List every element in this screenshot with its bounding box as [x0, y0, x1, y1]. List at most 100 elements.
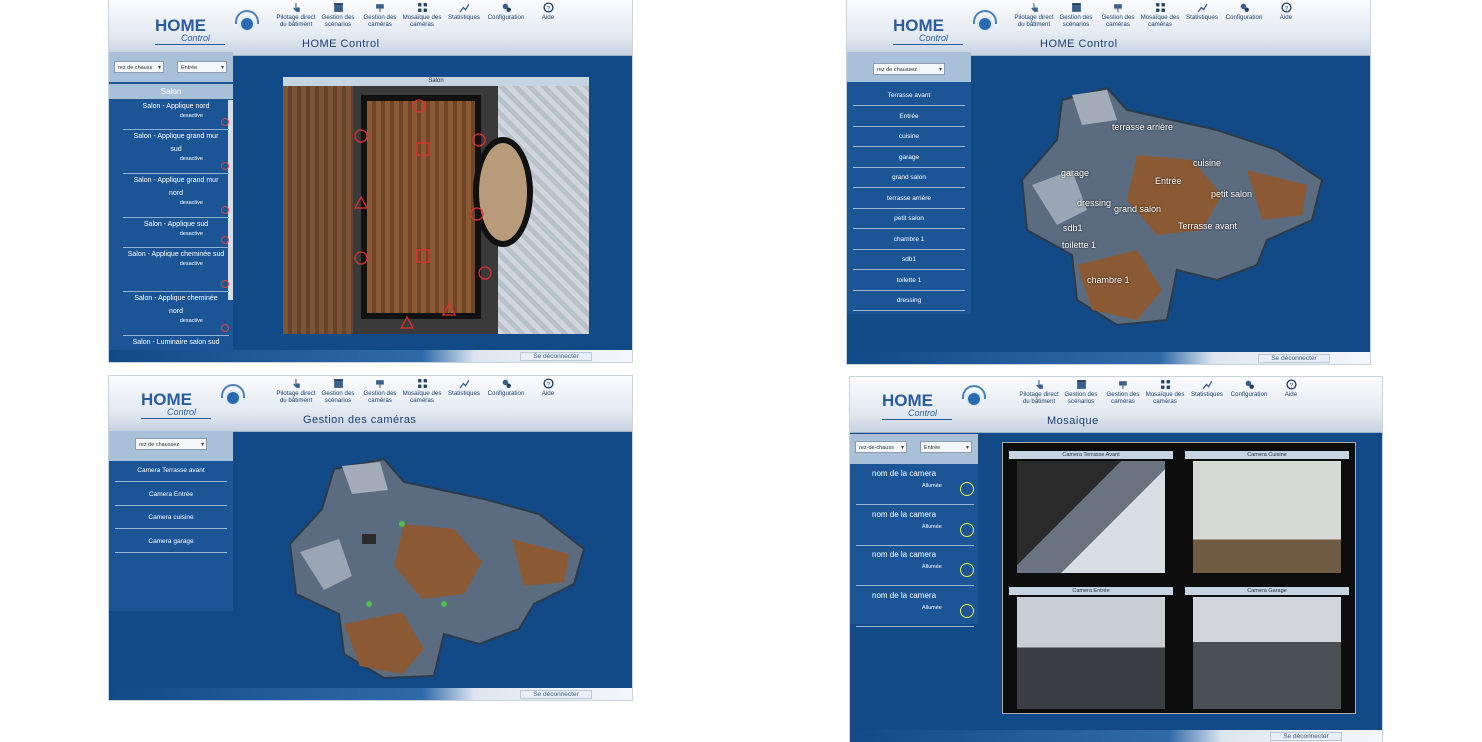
- room-map-label[interactable]: Terrasse avant: [1178, 221, 1237, 231]
- logout-button[interactable]: Se déconnecter: [1270, 732, 1342, 741]
- camera-list-item[interactable]: Camera Terrasse avant: [115, 460, 227, 482]
- device-toggle-icon[interactable]: [221, 206, 229, 214]
- light-marker-icon[interactable]: [412, 99, 426, 113]
- nav-scenarios[interactable]: Gestion des scénarios: [317, 2, 359, 28]
- nav-statistiques[interactable]: Statistiques: [443, 2, 485, 28]
- room-map-label[interactable]: toilette 1: [1062, 240, 1096, 250]
- logo[interactable]: HOME Control: [882, 385, 986, 423]
- nav-configuration[interactable]: Configuration: [1223, 2, 1265, 28]
- nav-aide[interactable]: ? Aide: [527, 2, 569, 28]
- room-map-label[interactable]: sdb1: [1063, 223, 1083, 233]
- nav-pilotage[interactable]: Pilotage direct du bâtiment: [1013, 2, 1055, 28]
- nav-mosaique[interactable]: Mosaïque des caméras: [1139, 2, 1181, 28]
- light-marker-icon[interactable]: [354, 251, 368, 265]
- camera-status-item[interactable]: nom de la camera Allumée: [856, 467, 974, 505]
- room-select[interactable]: Entrée: [177, 61, 227, 74]
- nav-pilotage[interactable]: Pilotage direct du bâtiment: [275, 378, 317, 404]
- nav-cameras[interactable]: Gestion des caméras: [359, 2, 401, 28]
- camera-feed-image[interactable]: [1017, 461, 1165, 573]
- nav-statistiques[interactable]: Statistiques: [443, 378, 485, 404]
- light-marker-icon[interactable]: [353, 195, 369, 209]
- nav-configuration[interactable]: Configuration: [485, 378, 527, 404]
- camera-list-item[interactable]: Camera Entrée: [115, 484, 227, 506]
- camera-status-item[interactable]: nom de la camera Allumée: [856, 548, 974, 586]
- device-toggle-icon[interactable]: [221, 162, 229, 170]
- camera-power-icon[interactable]: [960, 482, 974, 496]
- room-map-label[interactable]: dressing: [1077, 198, 1111, 208]
- device-toggle-icon[interactable]: [221, 280, 229, 288]
- light-marker-icon[interactable]: [399, 315, 415, 329]
- light-marker-icon[interactable]: [416, 249, 430, 263]
- logo[interactable]: HOME Control: [141, 384, 245, 422]
- room-list-item[interactable]: sdb1: [853, 250, 965, 270]
- floor-select[interactable]: rez de chauss: [114, 61, 164, 74]
- room-list-item[interactable]: garage: [853, 148, 965, 168]
- nav-configuration[interactable]: Configuration: [485, 2, 527, 28]
- room-list-item[interactable]: chambre 1: [853, 230, 965, 250]
- camera-power-icon[interactable]: [960, 563, 974, 577]
- nav-cameras[interactable]: Gestion des caméras: [1102, 379, 1144, 405]
- logout-button[interactable]: Se déconnecter: [520, 690, 592, 699]
- room-map-label[interactable]: cuisine: [1193, 158, 1221, 168]
- room-list-item[interactable]: toilette 1: [853, 271, 965, 291]
- light-marker-icon[interactable]: [416, 142, 430, 156]
- room-map-label[interactable]: garage: [1061, 168, 1089, 178]
- logout-button[interactable]: Se déconnecter: [1258, 354, 1330, 363]
- device-list-item[interactable]: Salon - Applique grand mur sud desactive: [123, 130, 229, 174]
- nav-pilotage[interactable]: Pilotage direct du bâtiment: [1018, 379, 1060, 405]
- device-toggle-icon[interactable]: [221, 118, 229, 126]
- floor-select[interactable]: rez-de-chauss: [855, 441, 907, 454]
- nav-scenarios[interactable]: Gestion des scénarios: [317, 378, 359, 404]
- nav-mosaique[interactable]: Mosaïque des caméras: [1144, 379, 1186, 405]
- room-list-item[interactable]: Entrée: [853, 107, 965, 127]
- floor-select[interactable]: rez de chaussez: [873, 63, 945, 76]
- nav-aide[interactable]: ? Aide: [1270, 379, 1312, 405]
- camera-list-item[interactable]: Camera garage: [115, 531, 227, 553]
- room-map-label[interactable]: petit salon: [1211, 189, 1252, 199]
- nav-cameras[interactable]: Gestion des caméras: [359, 378, 401, 404]
- device-list-item[interactable]: Salon - Applique sud desactive: [123, 218, 229, 248]
- room-select[interactable]: Entrée: [920, 441, 972, 454]
- room-map-label[interactable]: terrasse arrière: [1112, 122, 1173, 132]
- room-map-label[interactable]: grand salon: [1114, 204, 1161, 214]
- light-marker-icon[interactable]: [354, 129, 368, 143]
- room-list-item[interactable]: cuisine: [853, 127, 965, 147]
- camera-status-item[interactable]: nom de la camera Allumée: [856, 589, 974, 627]
- nav-scenarios[interactable]: Gestion des scénarios: [1055, 2, 1097, 28]
- camera-power-icon[interactable]: [960, 603, 974, 618]
- device-toggle-icon[interactable]: [221, 324, 229, 332]
- nav-aide[interactable]: ? Aide: [527, 378, 569, 404]
- device-list-item[interactable]: Salon - Applique nord desactive: [123, 100, 229, 130]
- device-list-item[interactable]: Salon - Applique grand mur nord desactive: [123, 174, 229, 218]
- device-list-item[interactable]: Salon - Applique cheminée sud desactive: [123, 248, 229, 292]
- nav-cameras[interactable]: Gestion des caméras: [1097, 2, 1139, 28]
- light-marker-icon[interactable]: [441, 302, 457, 316]
- room-list-item[interactable]: petit salon: [853, 209, 965, 229]
- camera-power-icon[interactable]: [960, 522, 974, 537]
- nav-mosaique[interactable]: Mosaïque des caméras: [401, 378, 443, 404]
- nav-statistiques[interactable]: Statistiques: [1181, 2, 1223, 28]
- device-list-item[interactable]: Salon - Applique cheminée nord desactive: [123, 292, 229, 336]
- room-list-item[interactable]: Terrasse avant: [853, 86, 965, 106]
- room-list-item[interactable]: terrasse arrière: [853, 189, 965, 209]
- nav-statistiques[interactable]: Statistiques: [1186, 379, 1228, 405]
- nav-mosaique[interactable]: Mosaïque des caméras: [401, 2, 443, 28]
- camera-feed-image[interactable]: [1193, 461, 1341, 573]
- light-marker-icon[interactable]: [478, 266, 492, 280]
- light-marker-icon[interactable]: [472, 133, 486, 147]
- logout-button[interactable]: Se déconnecter: [520, 352, 592, 361]
- room-list-item[interactable]: dressing: [853, 291, 965, 311]
- camera-feed-image[interactable]: [1017, 597, 1165, 709]
- logo[interactable]: HOME Control: [893, 10, 997, 48]
- light-marker-icon[interactable]: [470, 207, 484, 221]
- floor-select[interactable]: rez de chaussez: [135, 438, 207, 451]
- room-list-item[interactable]: grand salon: [853, 168, 965, 188]
- nav-pilotage[interactable]: Pilotage direct du bâtiment: [275, 2, 317, 28]
- camera-status-item[interactable]: nom de la camera Allumée: [856, 508, 974, 546]
- nav-configuration[interactable]: Configuration: [1228, 379, 1270, 405]
- device-toggle-icon[interactable]: [221, 236, 229, 244]
- camera-list-item[interactable]: Camera cuisine: [115, 507, 227, 529]
- nav-aide[interactable]: ? Aide: [1265, 2, 1307, 28]
- camera-feed-image[interactable]: [1193, 597, 1341, 709]
- nav-scenarios[interactable]: Gestion des scénarios: [1060, 379, 1102, 405]
